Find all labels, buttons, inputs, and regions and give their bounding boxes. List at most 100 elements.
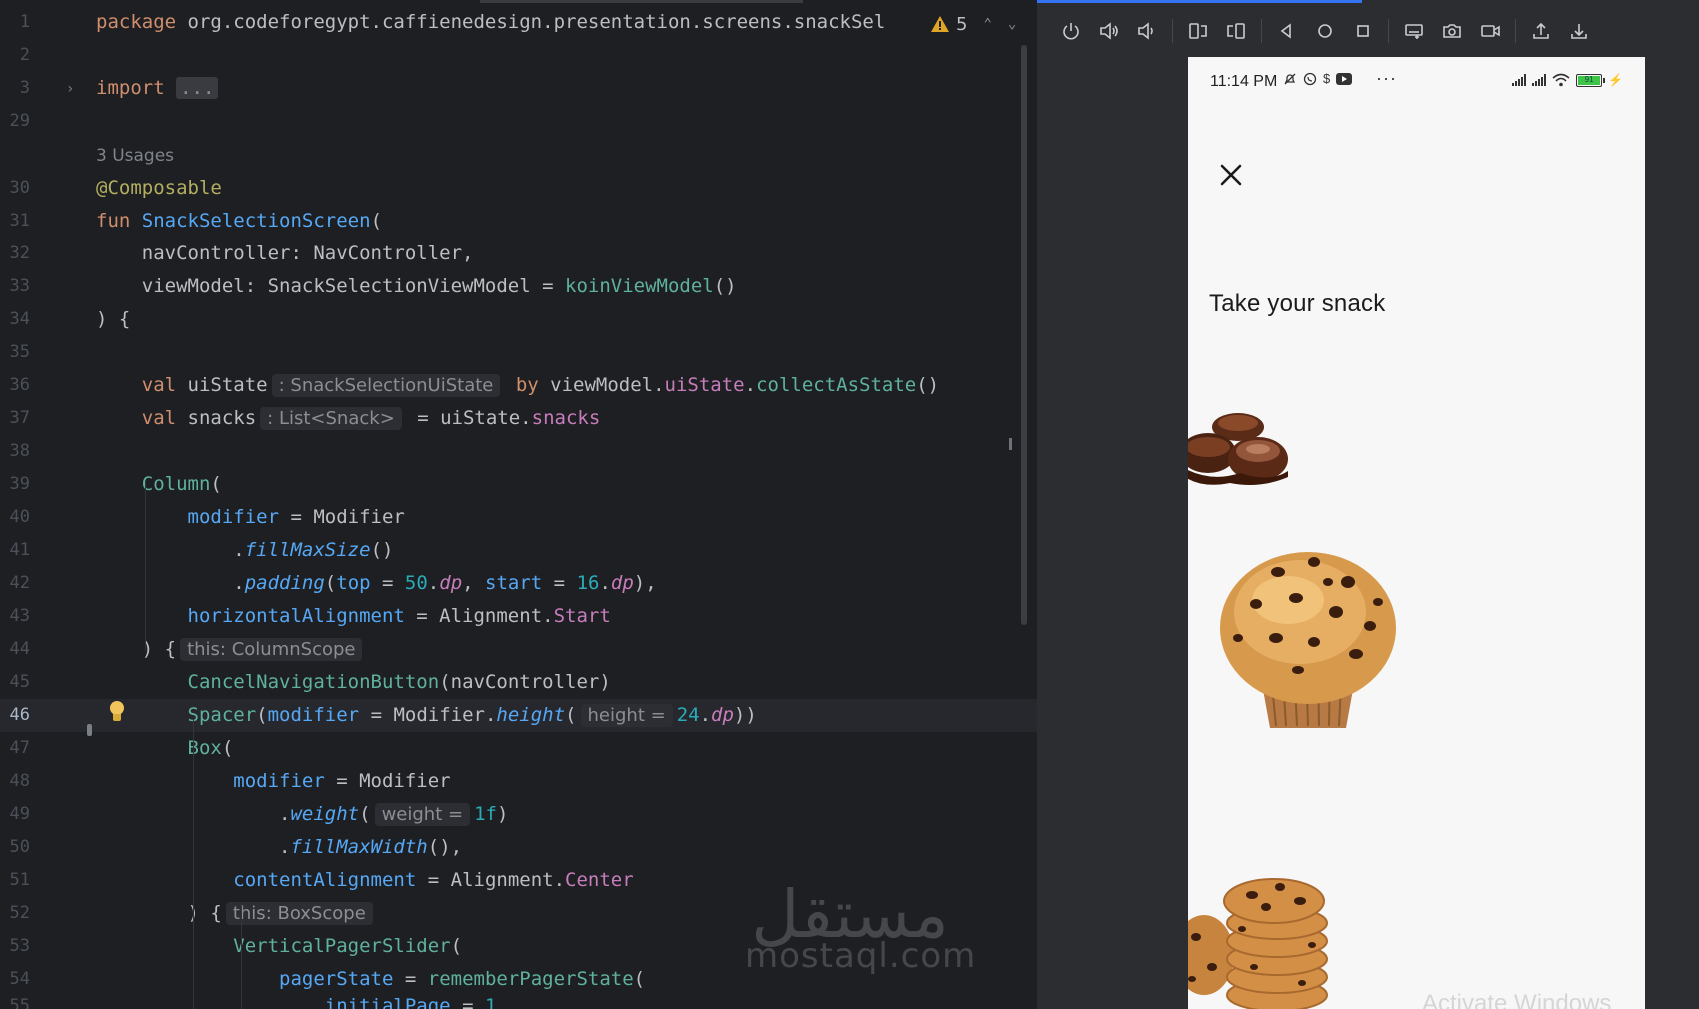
code-line[interactable]: 55 initialPage = 1, bbox=[0, 990, 1037, 1009]
line-number: 51 bbox=[9, 870, 30, 890]
code-text[interactable]: Box( bbox=[96, 732, 234, 765]
code-line[interactable]: 33 viewModel: SnackSelectionViewModel = … bbox=[0, 270, 1037, 303]
indent-guide bbox=[145, 481, 146, 651]
code-line[interactable]: 46 Spacer(modifier = Modifier.height(hei… bbox=[0, 699, 1037, 732]
code-text[interactable]: navController: NavController, bbox=[96, 237, 474, 270]
code-line[interactable]: 30 @Composable bbox=[0, 172, 1037, 205]
code-text[interactable]: package org.codeforegypt.caffienedesign.… bbox=[96, 6, 885, 39]
keyboard-icon[interactable] bbox=[1395, 15, 1433, 47]
code-line[interactable]: 45 CancelNavigationButton(navController) bbox=[0, 666, 1037, 699]
line-number: 34 bbox=[9, 309, 30, 329]
code-line[interactable]: 39 Column( bbox=[0, 468, 1037, 501]
code-line[interactable]: 36 val uiState: SnackSelectionUiState by… bbox=[0, 369, 1037, 402]
code-line[interactable]: 41 .fillMaxSize() bbox=[0, 534, 1037, 567]
line-number: 30 bbox=[9, 178, 30, 198]
notification-icons: $ bbox=[1283, 71, 1353, 86]
charging-icon: ⚡ bbox=[1608, 73, 1623, 87]
code-text[interactable]: modifier = Modifier bbox=[96, 501, 405, 534]
code-text[interactable]: ) {this: BoxScope bbox=[96, 897, 377, 930]
code-text[interactable]: initialPage = 1, bbox=[96, 990, 508, 1009]
code-text[interactable]: modifier = Modifier bbox=[96, 765, 450, 798]
vertical-scrollbar[interactable] bbox=[1021, 45, 1027, 625]
code-text[interactable]: val snacks: List<Snack> = uiState.snacks bbox=[96, 402, 600, 435]
code-line[interactable]: 1 package org.codeforegypt.caffienedesign… bbox=[0, 6, 1037, 39]
code-line[interactable]: 40 modifier = Modifier bbox=[0, 501, 1037, 534]
code-text[interactable]: @Composable bbox=[96, 172, 222, 205]
rotate-left-icon[interactable] bbox=[1179, 15, 1217, 47]
code-line[interactable]: 44 ) {this: ColumnScope bbox=[0, 633, 1037, 666]
code-text[interactable]: ) { bbox=[96, 303, 130, 336]
screen-title: Take your snack bbox=[1209, 290, 1386, 317]
emulator-tab-indicator bbox=[1037, 0, 1362, 3]
code-line[interactable]: 42 .padding(top = 50.dp, start = 16.dp), bbox=[0, 567, 1037, 600]
code-line[interactable]: 32 navController: NavController, bbox=[0, 237, 1037, 270]
code-text[interactable]: viewModel: SnackSelectionViewModel = koi… bbox=[96, 270, 737, 303]
line-number: 38 bbox=[9, 441, 30, 461]
code-line[interactable]: 38 bbox=[0, 435, 1037, 468]
code-text[interactable]: 3 Usages bbox=[96, 139, 174, 173]
code-line[interactable]: 49 .weight(weight = 1f) bbox=[0, 798, 1037, 831]
code-text[interactable]: val uiState: SnackSelectionUiState by vi… bbox=[96, 369, 939, 402]
system-icons: 91 ⚡ bbox=[1512, 73, 1623, 87]
code-text[interactable]: fun SnackSelectionScreen( bbox=[96, 205, 382, 238]
line-number: 33 bbox=[9, 276, 30, 296]
code-line[interactable]: 37 val snacks: List<Snack> = uiState.sna… bbox=[0, 402, 1037, 435]
snack-item-cookies[interactable] bbox=[1188, 875, 1332, 1009]
code-text[interactable]: .fillMaxWidth(), bbox=[96, 831, 462, 864]
screen-record-icon[interactable] bbox=[1471, 15, 1509, 47]
fold-chevron-icon[interactable]: › bbox=[66, 73, 78, 106]
line-number: 31 bbox=[9, 211, 30, 231]
chevron-down-icon[interactable]: ⌄ bbox=[1008, 16, 1016, 32]
home-icon[interactable] bbox=[1306, 15, 1344, 47]
wifi-icon bbox=[1552, 73, 1570, 87]
line-number: 35 bbox=[9, 342, 30, 362]
code-text[interactable]: horizontalAlignment = Alignment.Start bbox=[96, 600, 611, 633]
snack-item-chocolate[interactable] bbox=[1188, 407, 1300, 487]
code-line[interactable]: 34 ) { bbox=[0, 303, 1037, 336]
code-line[interactable]: 31 fun SnackSelectionScreen( bbox=[0, 205, 1037, 238]
code-text[interactable]: Column( bbox=[96, 468, 222, 501]
line-number: 52 bbox=[9, 903, 30, 923]
code-line[interactable]: 43 horizontalAlignment = Alignment.Start bbox=[0, 600, 1037, 633]
close-button[interactable] bbox=[1213, 157, 1249, 193]
line-number: 50 bbox=[9, 837, 30, 857]
code-line[interactable]: 3 Usages bbox=[0, 139, 1037, 172]
code-text[interactable]: contentAlignment = Alignment.Center bbox=[96, 864, 633, 897]
code-line[interactable]: 47 Box( bbox=[0, 732, 1037, 765]
volume-up-button[interactable] bbox=[1090, 15, 1128, 47]
code-text[interactable]: VerticalPagerSlider( bbox=[96, 930, 462, 963]
code-line[interactable]: 48 modifier = Modifier bbox=[0, 765, 1037, 798]
code-text[interactable]: Spacer(modifier = Modifier.height(height… bbox=[96, 699, 757, 732]
status-bar: 11:14 PM $ ··· 91 ⚡ bbox=[1188, 57, 1645, 107]
overview-icon[interactable] bbox=[1344, 15, 1382, 47]
rotate-right-icon[interactable] bbox=[1217, 15, 1255, 47]
snack-item-muffin[interactable] bbox=[1218, 542, 1398, 732]
code-text[interactable]: .padding(top = 50.dp, start = 16.dp), bbox=[96, 567, 656, 600]
code-line[interactable]: 2 bbox=[0, 39, 1037, 72]
code-editor[interactable]: 1 package org.codeforegypt.caffienedesign… bbox=[0, 0, 1037, 1009]
line-number: 36 bbox=[9, 375, 30, 395]
code-text[interactable]: import ... bbox=[96, 72, 219, 105]
upload-icon[interactable] bbox=[1522, 15, 1560, 47]
back-icon[interactable] bbox=[1268, 15, 1306, 47]
code-text[interactable]: .weight(weight = 1f) bbox=[96, 798, 508, 831]
code-line[interactable]: 3 import ... bbox=[0, 72, 1037, 105]
code-line[interactable]: 35 bbox=[0, 336, 1037, 369]
status-time: 11:14 PM bbox=[1210, 73, 1278, 90]
code-line[interactable]: 29 bbox=[0, 105, 1037, 138]
chevron-up-icon[interactable]: ⌃ bbox=[983, 16, 991, 32]
volume-down-button[interactable] bbox=[1128, 15, 1166, 47]
code-text[interactable]: .fillMaxSize() bbox=[96, 534, 393, 567]
code-text[interactable]: CancelNavigationButton(navController) bbox=[96, 666, 611, 699]
code-line[interactable]: 50 .fillMaxWidth(), bbox=[0, 831, 1037, 864]
power-button[interactable] bbox=[1052, 15, 1090, 47]
lightbulb-icon[interactable] bbox=[108, 700, 126, 724]
camera-icon[interactable] bbox=[1433, 15, 1471, 47]
warning-icon bbox=[931, 16, 949, 32]
inspection-widget[interactable]: 5 ⌃ ⌄ bbox=[922, 10, 1017, 38]
code-text[interactable]: ) {this: ColumnScope bbox=[96, 633, 366, 666]
line-number: 46 bbox=[9, 705, 30, 725]
phone-screen[interactable]: 11:14 PM $ ··· 91 ⚡ Take your snack bbox=[1188, 57, 1645, 1009]
line-number: 43 bbox=[9, 606, 30, 626]
download-icon[interactable] bbox=[1560, 15, 1598, 47]
